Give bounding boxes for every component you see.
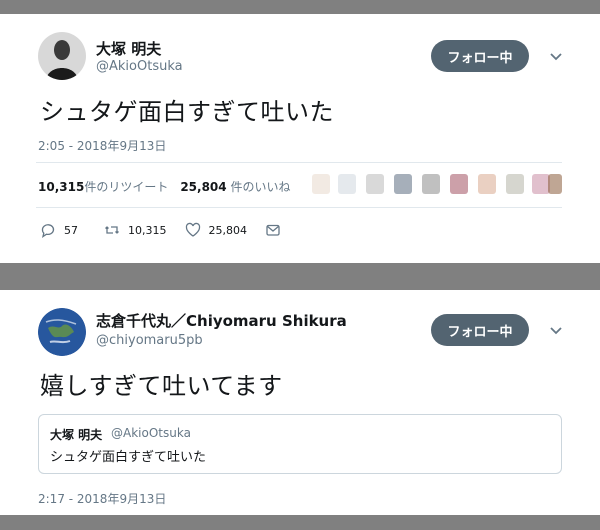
quoted-tweet-text: シュタゲ面白すぎて吐いた (50, 450, 207, 465)
display-name[interactable]: 志倉千代丸／Chiyomaru Shikura (96, 310, 347, 331)
message-icon (266, 224, 280, 236)
chevron-down-icon[interactable] (548, 48, 564, 64)
like-count: 25,804 (180, 180, 227, 194)
avatar[interactable] (394, 174, 412, 194)
timestamp[interactable]: 2:17 - 2018年9月13日 (38, 490, 166, 507)
quoted-display-name: 大塚 明夫 (50, 428, 103, 442)
retweet-action-count: 10,315 (128, 223, 167, 237)
like-label: 件のいいね (226, 180, 291, 194)
tweet-text: シュタゲ面白すぎて吐いた (40, 98, 334, 126)
retweet-stat[interactable]: 10,315件のリツイート (38, 180, 168, 194)
avatar[interactable] (38, 308, 86, 356)
tweet-actions: 57 10,315 25,804 (40, 220, 307, 240)
follow-button[interactable]: フォロー中 (431, 40, 529, 72)
retweet-label: 件のリツイート (84, 180, 169, 194)
liker-avatars (312, 174, 562, 196)
divider (36, 162, 562, 163)
avatar[interactable] (366, 174, 384, 194)
display-name[interactable]: 大塚 明夫 (96, 38, 161, 59)
direct-message-button[interactable] (265, 222, 289, 238)
avatar[interactable] (506, 174, 524, 194)
reply-button[interactable]: 57 (40, 222, 78, 238)
tweet-card: 志倉千代丸／Chiyomaru Shikura @chiyomaru5pb フォ… (0, 290, 600, 515)
avatar[interactable] (38, 32, 86, 80)
tweet-card: 大塚 明夫 @AkioOtsuka フォロー中 シュタゲ面白すぎて吐いた 2:0… (0, 14, 600, 263)
reply-icon (41, 224, 55, 238)
timestamp[interactable]: 2:05 - 2018年9月13日 (38, 137, 166, 154)
reply-count: 57 (64, 223, 78, 237)
retweet-count: 10,315 (38, 180, 85, 194)
avatar[interactable] (548, 174, 562, 194)
quoted-tweet[interactable]: 大塚 明夫 @AkioOtsuka シュタゲ面白すぎて吐いた (38, 414, 562, 474)
retweet-button[interactable]: 10,315 (104, 222, 167, 238)
like-stat[interactable]: 25,804 件のいいね (180, 180, 290, 194)
engagement-stats: 10,315件のリツイート 25,804 件のいいね (38, 178, 290, 195)
retweet-icon (105, 226, 119, 234)
like-button[interactable]: 25,804 (185, 222, 248, 238)
follow-button[interactable]: フォロー中 (431, 314, 529, 346)
divider (36, 207, 562, 208)
avatar[interactable] (478, 174, 496, 194)
user-handle[interactable]: @AkioOtsuka (96, 59, 183, 74)
avatar[interactable] (422, 174, 440, 194)
user-handle[interactable]: @chiyomaru5pb (96, 333, 203, 348)
avatar[interactable] (312, 174, 330, 194)
heart-icon (185, 222, 200, 237)
chevron-down-icon[interactable] (548, 322, 564, 338)
avatar[interactable] (338, 174, 356, 194)
like-action-count: 25,804 (208, 223, 248, 237)
quoted-user-handle: @AkioOtsuka (111, 426, 191, 440)
tweet-text: 嬉しすぎて吐いてます (40, 372, 283, 400)
avatar[interactable] (450, 174, 468, 194)
